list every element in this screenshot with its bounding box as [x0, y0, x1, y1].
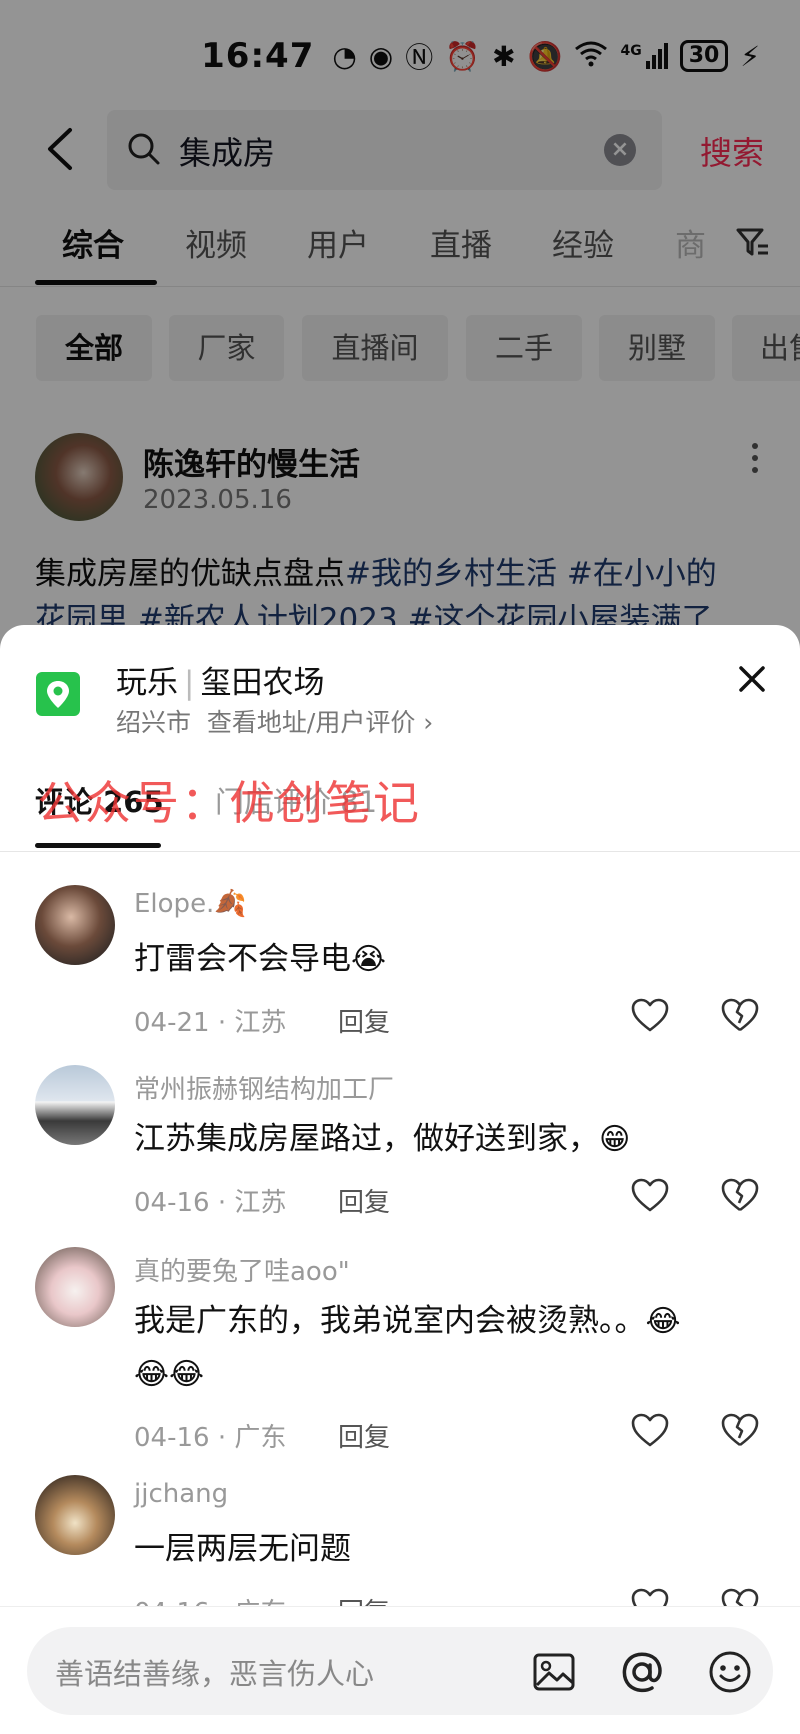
comment-input[interactable]: 善语结善缘，恶言伤人心 — [27, 1627, 773, 1715]
comment-region: 江苏 — [234, 1188, 287, 1218]
comments-sheet: 玩乐 | 玺田农场 绍兴市 查看地址/用户评价 › 评论 265 门店评价 81 公… — [0, 625, 800, 1733]
comment-date: 04-16 — [134, 1188, 210, 1218]
comment-text: 我是广东的，我弟说室内会被烫熟。。😂 😂😂 — [134, 1295, 754, 1401]
comment-date: 04-21 — [134, 1008, 210, 1038]
comment-username[interactable]: jjchang — [134, 1479, 228, 1509]
heart-icon[interactable] — [630, 1177, 670, 1213]
reply-button[interactable]: 回复 — [338, 1182, 390, 1219]
crying-emoji: 😭 — [351, 942, 387, 977]
active-tab-underline — [35, 843, 161, 848]
reply-button[interactable]: 回复 — [338, 1002, 390, 1039]
broken-heart-icon[interactable] — [720, 1412, 760, 1448]
emoji-icon[interactable] — [707, 1649, 753, 1695]
laughing-crying-emoji: 😂 — [645, 1304, 681, 1339]
comment-username[interactable]: Elope.🍂 — [134, 889, 247, 919]
poi-name: 玺田农场 — [200, 665, 325, 701]
at-icon[interactable] — [619, 1649, 665, 1695]
poi-subtitle[interactable]: 绍兴市 查看地址/用户评价 › — [116, 703, 433, 739]
comment-input-placeholder: 善语结善缘，恶言伤人心 — [55, 1657, 375, 1691]
comment-body: 一层两层无问题 — [134, 1531, 351, 1567]
grinning-emoji: 😁 — [599, 1122, 631, 1157]
poi-separator: | — [184, 665, 195, 701]
comment-date: 04-16 — [134, 1423, 210, 1453]
comment-username[interactable]: 真的要兔了哇aoo" — [134, 1251, 350, 1288]
comment-meta: 04-16 · 广东 — [134, 1423, 287, 1453]
comment-username[interactable]: 常州振赫钢结构加工厂 — [134, 1069, 394, 1106]
comment-meta: 04-16 · 江苏 — [134, 1188, 287, 1218]
comment-region: 广东 — [234, 1423, 287, 1453]
comment-input-bar: 善语结善缘，恶言伤人心 — [0, 1606, 800, 1734]
comment-meta: 04-21 · 江苏 — [134, 1008, 287, 1038]
poi-category: 玩乐 — [116, 665, 178, 701]
comment-region: 江苏 — [234, 1008, 287, 1038]
comment-text: 打雷会不会导电😭 — [134, 933, 754, 986]
comment-body: 打雷会不会导电 — [134, 941, 351, 977]
comment-body: 我是广东的，我弟说室内会被烫熟。。 — [134, 1303, 646, 1339]
location-pin-icon — [36, 672, 80, 716]
comment-text: 江苏集成房屋路过，做好送到家，😁 — [134, 1113, 754, 1166]
close-icon — [739, 666, 765, 692]
comment-text: 一层两层无问题 — [134, 1523, 754, 1575]
close-button[interactable] — [736, 663, 768, 695]
poi-city: 绍兴市 — [116, 708, 192, 737]
watermark: 公众号：优创笔记 — [37, 776, 421, 830]
poi-title[interactable]: 玩乐 | 玺田农场 — [116, 657, 324, 702]
avatar[interactable] — [35, 1475, 115, 1555]
poi-detail-link[interactable]: 查看地址/用户评价 › — [207, 708, 433, 737]
heart-icon[interactable] — [630, 1412, 670, 1448]
broken-heart-icon[interactable] — [720, 997, 760, 1033]
avatar[interactable] — [35, 1247, 115, 1327]
avatar[interactable] — [35, 1065, 115, 1145]
broken-heart-icon[interactable] — [720, 1177, 760, 1213]
reply-button[interactable]: 回复 — [338, 1417, 390, 1454]
image-icon[interactable] — [531, 1649, 577, 1695]
heart-icon[interactable] — [630, 997, 670, 1033]
laughing-crying-emoji: 😂😂 — [134, 1357, 205, 1392]
comment-body: 江苏集成房屋路过，做好送到家， — [134, 1121, 599, 1157]
avatar[interactable] — [35, 885, 115, 965]
